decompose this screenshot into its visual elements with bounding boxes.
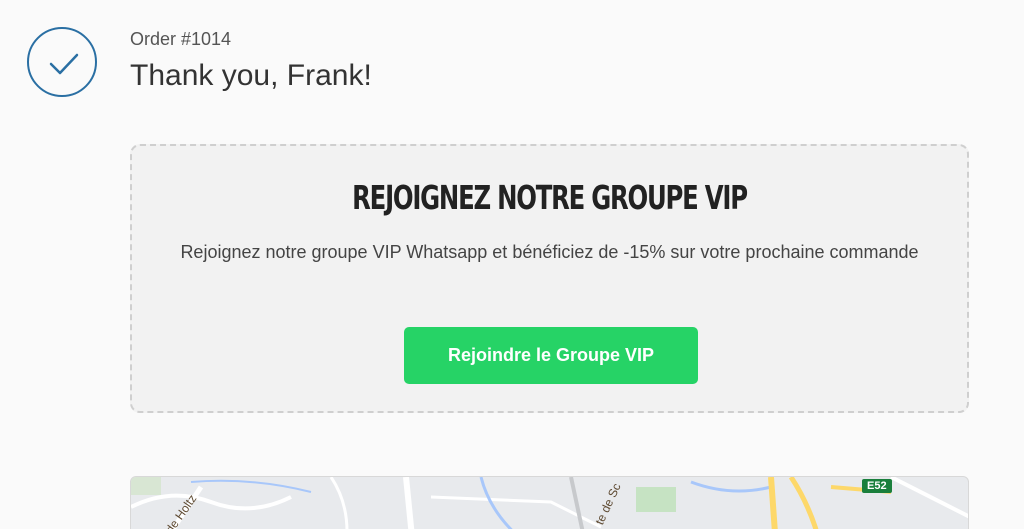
check-circle-icon [27,27,97,97]
thank-you-heading: Thank you, Frank! [130,59,372,92]
road-badge: E52 [862,479,892,493]
vip-promo-card: REJOIGNEZ NOTRE GROUPE VIP Rejoignez not… [130,144,969,413]
vip-description: Rejoignez notre groupe VIP Whatsapp et b… [180,242,919,262]
order-number: Order #1014 [130,29,232,49]
join-vip-button[interactable]: Rejoindre le Groupe VIP [404,327,698,384]
vip-title: REJOIGNEZ NOTRE GROUPE VIP [352,178,748,217]
order-location-map[interactable]: de Holtz te de Sc E52 [130,476,969,529]
